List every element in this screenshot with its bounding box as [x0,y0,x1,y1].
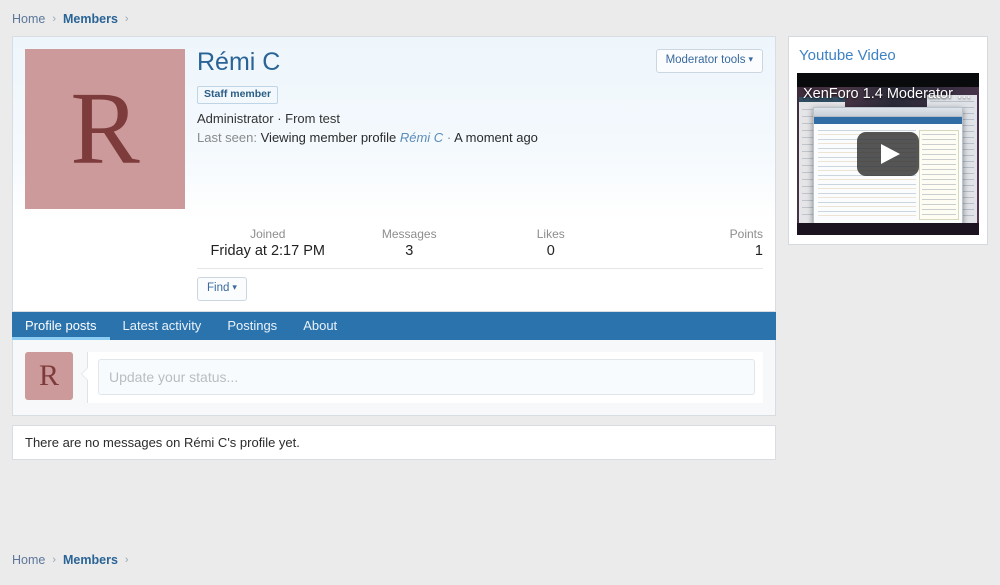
stat-label: Messages [381,227,437,241]
moderator-tools-label: Moderator tools [665,54,746,66]
main-column: R Rémi C Moderator tools ▾ Staff member A… [12,36,776,460]
stats-row: Joined Friday at 2:17 PM Messages 3 Like… [197,221,763,269]
find-row: Find ▾ [197,269,763,311]
status-update-bubble [81,351,763,403]
breadcrumb-members-link[interactable]: Members [63,12,118,26]
avatar[interactable]: R [25,49,185,209]
moderator-tools-button[interactable]: Moderator tools ▾ [655,49,763,73]
sidebar: Youtube Video XenForo 1.4 Moderator & ..… [788,36,988,245]
breadcrumb-separator-icon: › [52,554,57,566]
tab-postings[interactable]: Postings [214,312,290,340]
video-window-titlebar [814,108,962,117]
tab-latest-activity[interactable]: Latest activity [110,312,215,340]
stat-value: Friday at 2:17 PM [210,243,325,259]
stat-points: Points 1 [622,227,763,259]
tab-about[interactable]: About [290,312,350,340]
breadcrumb-bottom: Home › Members › [0,549,141,571]
youtube-video-block: Youtube Video XenForo 1.4 Moderator & ..… [788,36,988,245]
content-columns: R Rémi C Moderator tools ▾ Staff member A… [0,36,1000,460]
breadcrumb-separator-icon: › [124,13,129,25]
video-title: XenForo 1.4 Moderator & ... [803,86,979,102]
stat-joined: Joined Friday at 2:17 PM [197,227,339,259]
page-title: Rémi C [197,48,281,76]
last-seen-time: A moment ago [454,129,538,145]
status-update-block: R [12,339,776,416]
profile-tabs: Profile posts Latest activity Postings A… [12,311,776,340]
avatar[interactable]: R [25,351,73,400]
chevron-down-icon: ▾ [232,282,237,292]
stat-value: 0 [546,243,555,259]
last-seen-line: Last seen: Viewing member profile Rémi C… [197,130,763,145]
breadcrumb-home-link[interactable]: Home [12,12,45,26]
last-seen-label: Last seen: [197,129,257,145]
find-button[interactable]: Find ▾ [197,277,247,301]
breadcrumb-members-link[interactable]: Members [63,553,118,567]
sidebar-block-title: Youtube Video [799,47,896,64]
status-input[interactable] [98,358,755,395]
video-window-tooltip [919,130,959,220]
stat-label: Likes [536,227,565,241]
stat-label: Joined [250,227,286,241]
user-title: Administrator · From test [197,110,341,126]
breadcrumb-separator-icon: › [52,13,57,25]
find-label: Find [207,282,230,294]
tab-profile-posts[interactable]: Profile posts [12,311,110,340]
site-watermark: XenVn.Com [830,538,1000,585]
stat-value: 1 [754,243,763,259]
status-badge: Staff member [197,86,279,104]
last-seen-action: Viewing member profile [260,129,397,145]
stat-label: Points [729,227,763,241]
video-top-strip [797,73,979,87]
profile-name-row: Rémi C Moderator tools ▾ [197,49,763,75]
breadcrumb-home-link[interactable]: Home [12,553,45,567]
no-messages-notice: There are no messages on Rémi C's profil… [12,424,776,460]
stat-likes: Likes 0 [480,227,622,259]
profile-header-card: R Rémi C Moderator tools ▾ Staff member A… [12,36,776,221]
play-icon[interactable] [857,132,919,176]
breadcrumb-separator-icon: › [124,554,129,566]
stat-value: 3 [405,243,414,259]
video-bottom-strip [797,223,979,235]
profile-details: Rémi C Moderator tools ▾ Staff member Adm… [185,49,763,209]
breadcrumb-top: Home › Members › [0,8,1000,30]
page-root: Home › Members › R Rémi C Moderator tool… [0,0,1000,585]
chevron-down-icon: ▾ [748,54,753,64]
last-seen-profile-link[interactable]: Rémi C [400,130,443,145]
youtube-video-thumbnail[interactable]: XenForo 1.4 Moderator & ... [797,73,979,235]
profile-stats-section: Joined Friday at 2:17 PM Messages 3 Like… [12,221,776,312]
last-seen-dot: · [446,129,452,145]
stat-messages: Messages 3 [339,227,481,259]
video-window-navbar [814,117,962,124]
